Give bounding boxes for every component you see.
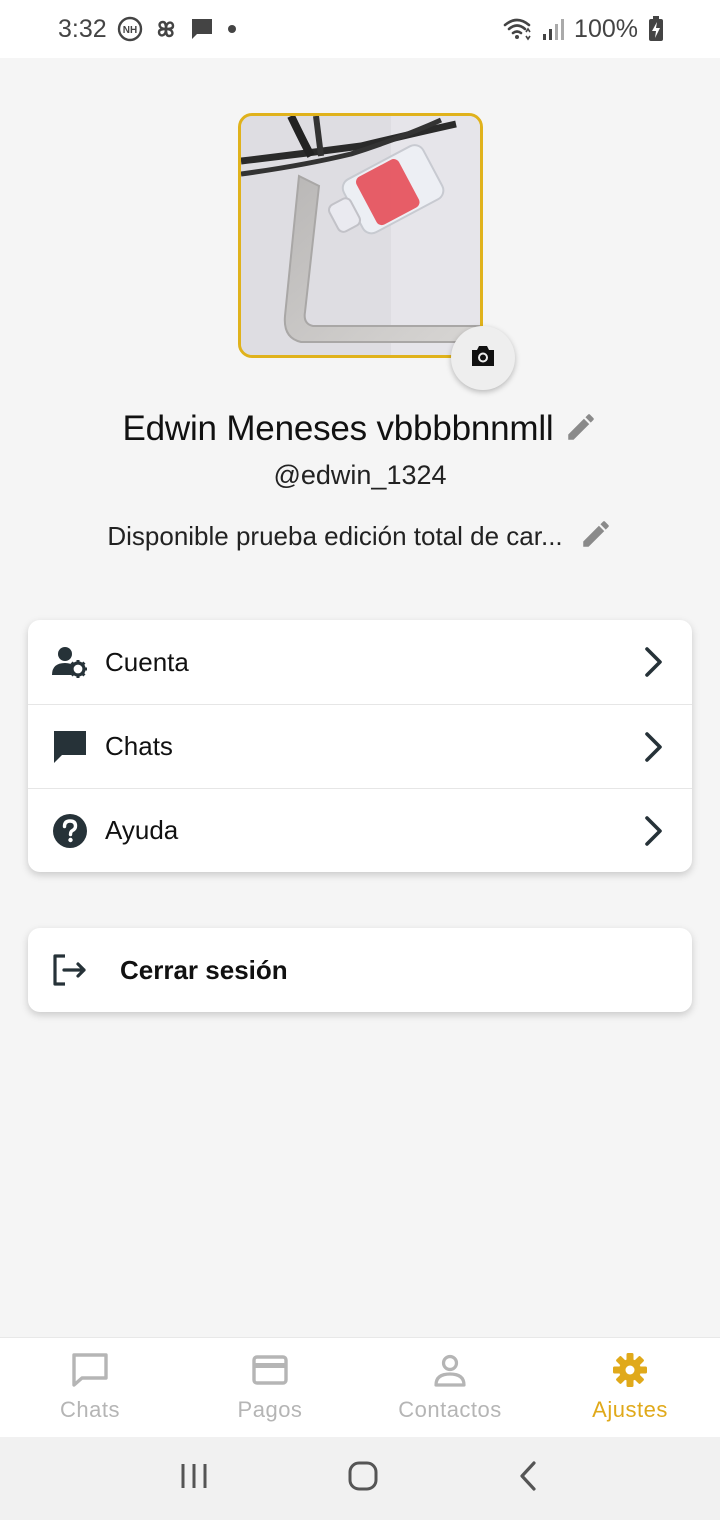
- nav-label: Pagos: [237, 1397, 303, 1422]
- status-time: 3:32: [58, 14, 107, 43]
- edit-status-icon[interactable]: [579, 517, 613, 556]
- help-icon: [50, 811, 90, 851]
- gear-icon: [611, 1352, 649, 1393]
- wifi-icon: [502, 16, 532, 42]
- chevron-right-icon: [642, 730, 666, 764]
- battery-text: 100%: [574, 14, 638, 43]
- signal-icon: [542, 17, 565, 41]
- chevron-right-icon: [642, 814, 666, 848]
- nav-label: Ajustes: [592, 1397, 668, 1422]
- nav-item-chats[interactable]: Chats: [0, 1338, 180, 1437]
- status-row: Disponible prueba edición total de car..…: [0, 514, 720, 558]
- logout-button[interactable]: Cerrar sesión: [28, 928, 692, 1012]
- recent-apps-icon[interactable]: [179, 1462, 209, 1495]
- chevron-right-icon: [642, 645, 666, 679]
- nav-label: Contactos: [398, 1397, 502, 1422]
- profile-status: Disponible prueba edición total de car..…: [107, 520, 563, 551]
- logout-label: Cerrar sesión: [120, 954, 288, 985]
- home-icon[interactable]: [347, 1460, 379, 1497]
- status-left: 3:32 NH: [58, 15, 239, 44]
- menu-item-chats[interactable]: Chats: [28, 704, 692, 788]
- profile-username: @edwin_1324: [273, 460, 447, 490]
- pinwheel-icon: [153, 16, 179, 42]
- avatar-container: [238, 113, 515, 390]
- menu-item-cuenta[interactable]: Cuenta: [28, 620, 692, 704]
- person-icon: [431, 1352, 469, 1393]
- profile-name: Edwin Meneses vbbbbnnmll: [122, 409, 554, 448]
- back-icon[interactable]: [517, 1460, 541, 1497]
- camera-icon: [470, 345, 496, 372]
- bottom-nav: Chats Pagos Contactos Ajustes: [0, 1337, 720, 1437]
- user-settings-icon: [50, 642, 90, 682]
- edit-name-icon[interactable]: [564, 410, 598, 449]
- dot-icon: [225, 22, 239, 36]
- menu-item-label: Ayuda: [105, 815, 179, 845]
- menu-item-ayuda[interactable]: Ayuda: [28, 788, 692, 872]
- nh-icon: NH: [117, 16, 143, 42]
- nav-label: Chats: [60, 1397, 120, 1422]
- menu-item-label: Chats: [105, 731, 173, 761]
- message-icon: [189, 16, 215, 42]
- name-row: Edwin Meneses vbbbbnnmll: [0, 404, 720, 454]
- chat-bubble-icon: [50, 727, 90, 767]
- nav-item-contactos[interactable]: Contactos: [360, 1338, 540, 1437]
- nav-item-ajustes[interactable]: Ajustes: [540, 1338, 720, 1437]
- svg-text:NH: NH: [122, 25, 136, 36]
- avatar-photo: [241, 116, 480, 355]
- avatar[interactable]: [238, 113, 483, 358]
- logout-icon: [50, 950, 90, 990]
- nav-item-pagos[interactable]: Pagos: [180, 1338, 360, 1437]
- change-photo-button[interactable]: [451, 326, 515, 390]
- menu-item-label: Cuenta: [105, 646, 189, 677]
- chat-outline-icon: [71, 1352, 109, 1393]
- status-right: 100%: [502, 15, 664, 44]
- card-icon: [251, 1352, 289, 1393]
- battery-charging-icon: [648, 16, 664, 42]
- settings-menu: Cuenta Chats Ayuda: [28, 620, 692, 872]
- status-bar: 3:32 NH 100%: [0, 0, 720, 58]
- system-nav-bar: [0, 1437, 720, 1520]
